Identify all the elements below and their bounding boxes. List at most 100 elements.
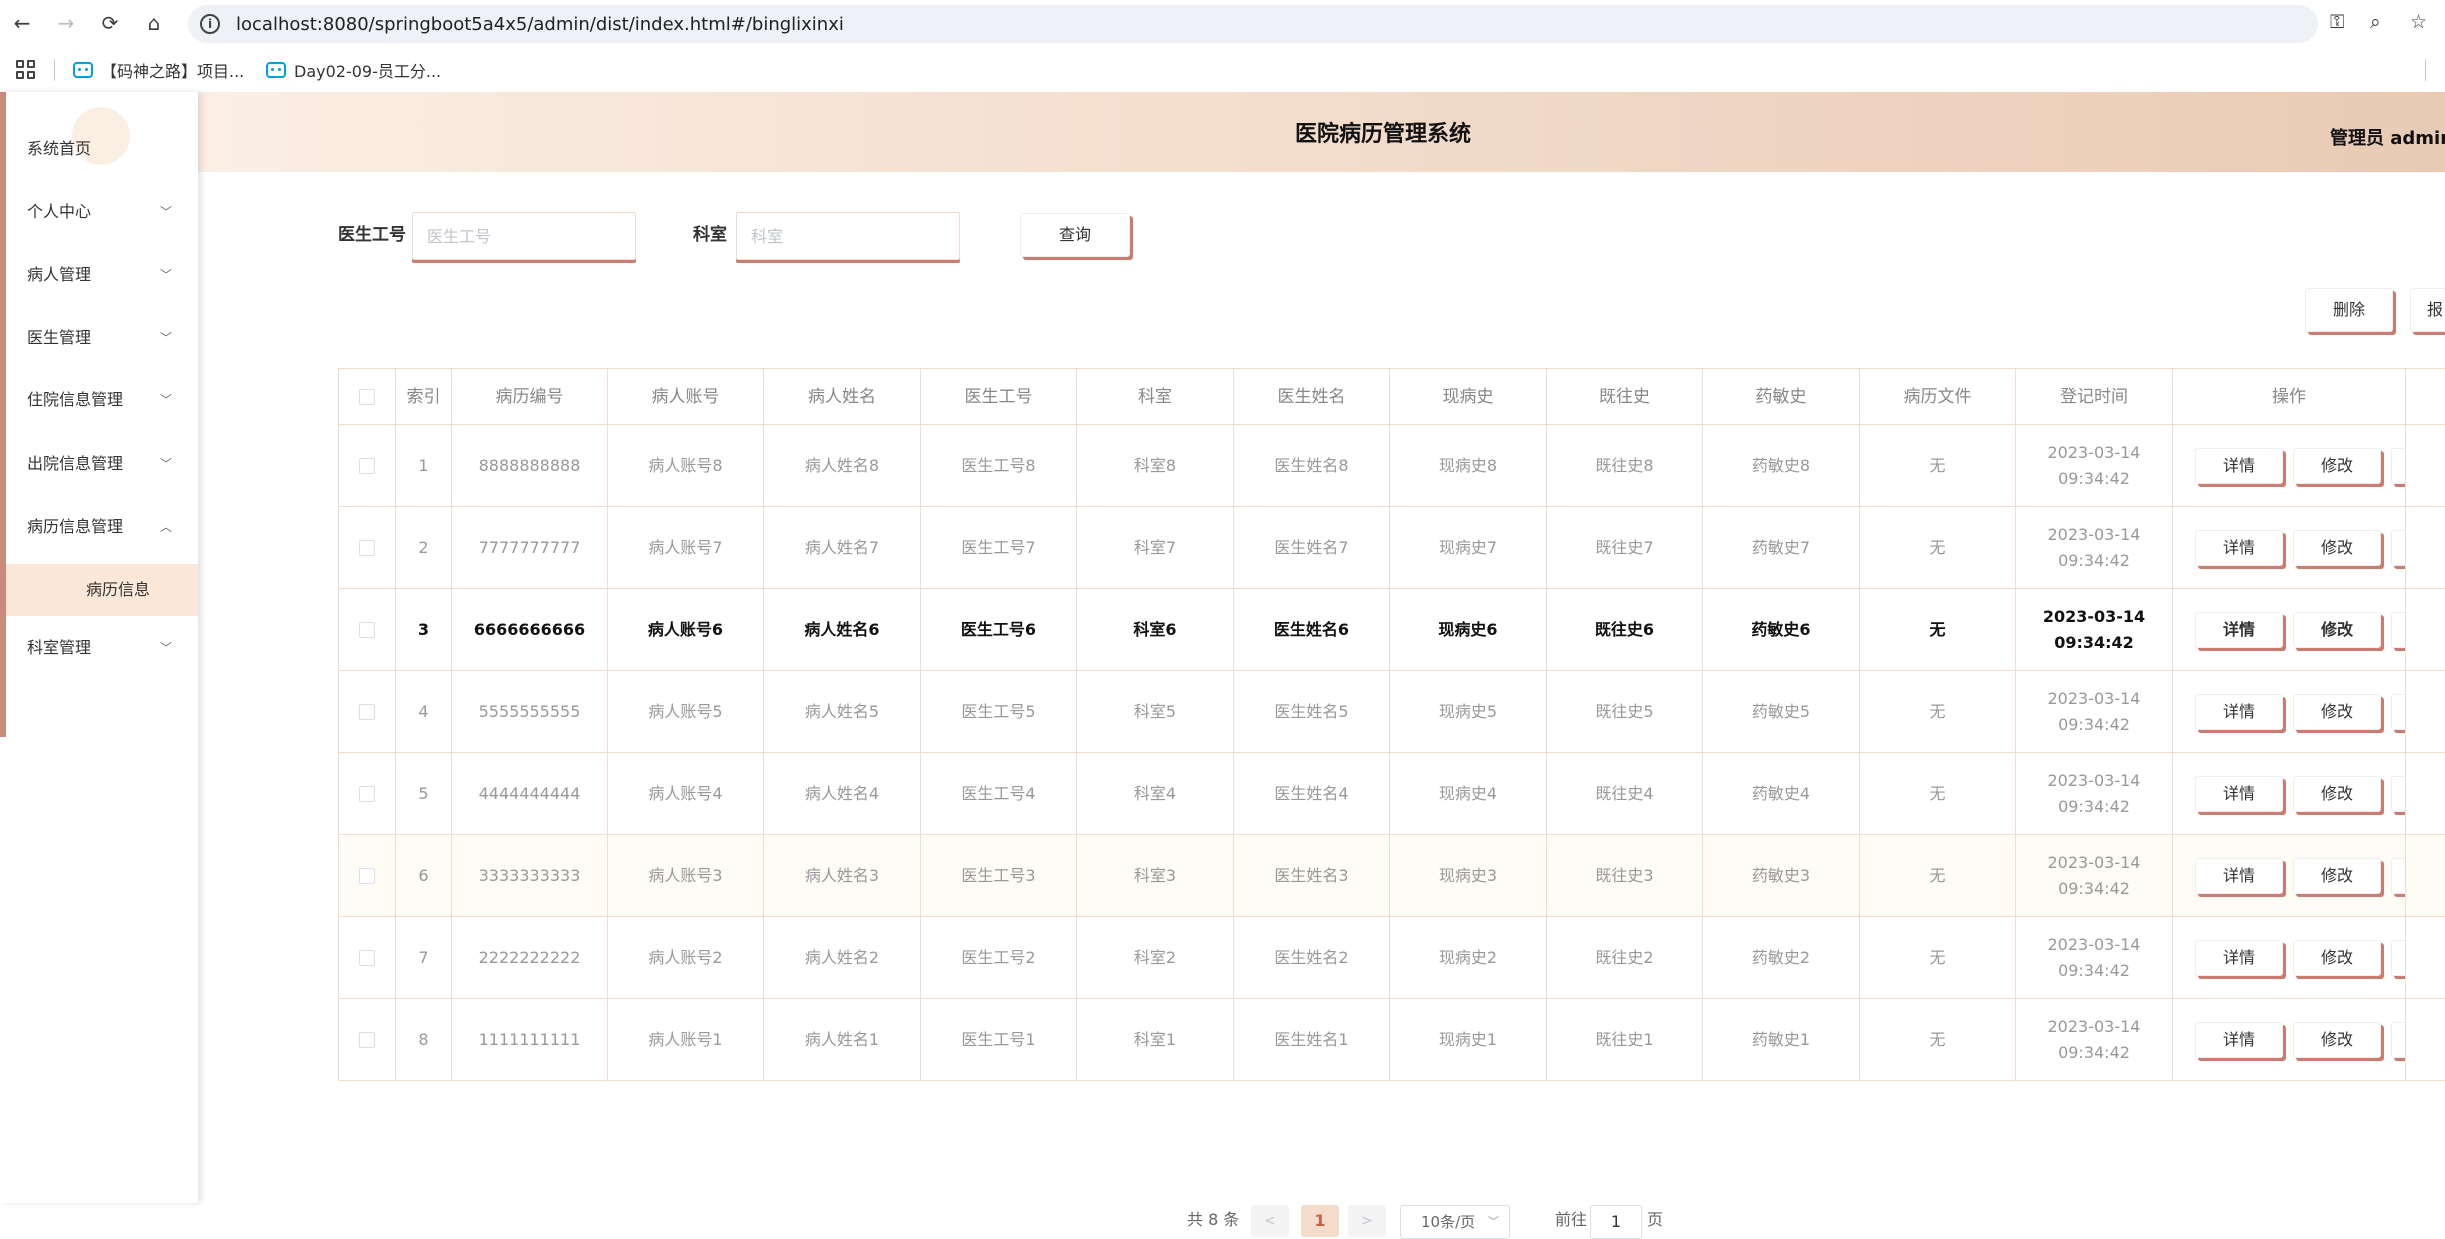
sidebar-subitem-records[interactable]: 病历信息 [6, 564, 198, 616]
delete-button[interactable]: 删除 [2391, 693, 2405, 730]
sidebar-item-8[interactable]: 科室管理 ﹀ [0, 617, 198, 679]
next-page-button[interactable]: > [1348, 1205, 1386, 1237]
detail-button[interactable]: 详情 [2195, 529, 2283, 566]
row-select-cell[interactable] [339, 589, 396, 670]
row-checkbox[interactable] [359, 539, 375, 556]
sidebar-item-label: 科室管理 [27, 638, 92, 657]
chevron-down-icon: ﹀ [159, 457, 172, 471]
table-row[interactable]: 6 3333333333 病人账号3 病人姓名3 医生工号3 科室3 医生姓名3 现病史3 既往… [339, 835, 2445, 917]
table-cell: 医生姓名6 [1234, 589, 1390, 670]
zoom-icon[interactable]: ⌕ [2370, 11, 2381, 33]
apps-grid-icon[interactable] [16, 60, 36, 80]
bookmark-star-icon[interactable]: ☆ [2410, 11, 2427, 33]
sidebar-item-4[interactable]: 医生管理 ﹀ [0, 307, 198, 369]
table-cell: 2023-03-14 09:34:42 [2016, 999, 2173, 1080]
table-row[interactable]: 8 1111111111 病人账号1 病人姓名1 医生工号1 科室1 医生姓名1 现病史1 既往… [339, 999, 2445, 1081]
detail-button[interactable]: 详情 [2195, 447, 2283, 484]
password-key-icon[interactable]: ⚿ [2330, 11, 2344, 33]
detail-button[interactable]: 详情 [2195, 1021, 2283, 1058]
sidebar-item-label: 病人管理 [27, 265, 92, 284]
table-cell: 药敏史2 [1703, 917, 1860, 998]
detail-button[interactable]: 详情 [2195, 775, 2283, 812]
edit-button[interactable]: 修改 [2293, 857, 2381, 894]
goto-page-input[interactable]: 1 [1590, 1205, 1642, 1239]
row-checkbox[interactable] [359, 785, 375, 802]
report-button[interactable]: 报 [2410, 288, 2445, 332]
sidebar-item-2[interactable]: 个人中心 ﹀ [0, 181, 198, 243]
delete-button[interactable]: 删除 [2391, 1021, 2405, 1058]
table-row[interactable]: 2 7777777777 病人账号7 病人姓名7 医生工号7 科室7 医生姓名7 现病史7 既往… [339, 507, 2445, 589]
delete-button[interactable]: 删除 [2391, 857, 2405, 894]
row-select-cell[interactable] [339, 999, 396, 1080]
detail-button[interactable]: 详情 [2195, 693, 2283, 730]
row-select-cell[interactable] [339, 425, 396, 506]
page-size-select[interactable]: 10条/页 ﹀ [1400, 1205, 1510, 1239]
delete-button[interactable]: 删除 [2391, 529, 2405, 566]
table-row[interactable]: 3 6666666666 病人账号6 病人姓名6 医生工号6 科室6 医生姓名6 现病史6 既往… [339, 589, 2445, 671]
sidebar-item-3[interactable]: 病人管理 ﹀ [0, 244, 198, 306]
table-row[interactable]: 1 8888888888 病人账号8 病人姓名8 医生工号8 科室8 医生姓名8 现病史8 既往… [339, 425, 2445, 507]
edit-button[interactable]: 修改 [2293, 939, 2381, 976]
row-select-cell[interactable] [339, 917, 396, 998]
row-select-cell[interactable] [339, 835, 396, 916]
delete-button[interactable]: 删除 [2391, 775, 2405, 812]
table-cell: 现病史4 [1390, 753, 1547, 834]
detail-button[interactable]: 详情 [2195, 939, 2283, 976]
home-icon[interactable]: ⌂ [142, 11, 166, 35]
table-cell: 1111111111 [452, 999, 608, 1080]
table-cell: 2023-03-14 09:34:42 [2016, 589, 2173, 670]
sidebar-item-1[interactable]: 系统首页 [0, 118, 198, 180]
reload-icon[interactable]: ⟳ [98, 11, 122, 35]
edit-button[interactable]: 修改 [2293, 693, 2381, 730]
select-all-checkbox[interactable] [359, 388, 375, 405]
row-select-cell[interactable] [339, 671, 396, 752]
edit-button[interactable]: 修改 [2293, 775, 2381, 812]
browser-toolbar: ← → ⟳ ⌂ i localhost:8080/springboot5a4x5… [0, 0, 2445, 47]
edit-button[interactable]: 修改 [2293, 447, 2381, 484]
row-checkbox[interactable] [359, 703, 375, 720]
site-info-icon[interactable]: i [200, 14, 220, 34]
row-checkbox[interactable] [359, 949, 375, 966]
edit-button[interactable]: 修改 [2293, 1021, 2381, 1058]
delete-button[interactable]: 删除 [2391, 939, 2405, 976]
prev-page-button[interactable]: < [1251, 1205, 1289, 1237]
column-header: 医生姓名 [1234, 369, 1390, 424]
page-1-button[interactable]: 1 [1301, 1205, 1339, 1237]
chevron-up-icon: ︿ [159, 520, 172, 534]
row-select-cell[interactable] [339, 507, 396, 588]
row-checkbox[interactable] [359, 867, 375, 884]
row-checkbox[interactable] [359, 1031, 375, 1048]
bookmark-item-1[interactable]: 【码神之路】项目... [73, 58, 244, 82]
edit-button[interactable]: 修改 [2293, 611, 2381, 648]
department-input[interactable] [736, 212, 960, 260]
bookmark-item-2[interactable]: Day02-09-员工分... [266, 58, 441, 82]
table-row[interactable]: 7 2222222222 病人账号2 病人姓名2 医生工号2 科室2 医生姓名2 现病史2 既往… [339, 917, 2445, 999]
doctor-id-input[interactable] [412, 212, 636, 260]
table-cell: 医生姓名5 [1234, 671, 1390, 752]
delete-button[interactable]: 删除 [2391, 447, 2405, 484]
table-row[interactable]: 4 5555555555 病人账号5 病人姓名5 医生工号5 科室5 医生姓名5 现病史5 既往… [339, 671, 2445, 753]
table-cell: 医生工号1 [921, 999, 1077, 1080]
table-cell: 2023-03-14 09:34:42 [2016, 835, 2173, 916]
row-select-cell[interactable] [339, 753, 396, 834]
select-all-cell[interactable] [339, 369, 396, 424]
sidebar-item-7[interactable]: 病历信息管理 ︿ [0, 496, 198, 558]
table-cell: 4444444444 [452, 753, 608, 834]
detail-button[interactable]: 详情 [2195, 611, 2283, 648]
detail-button[interactable]: 详情 [2195, 857, 2283, 894]
table-cell: 病人账号6 [608, 589, 764, 670]
query-button[interactable]: 查询 [1020, 213, 1130, 257]
sidebar-item-5[interactable]: 住院信息管理 ﹀ [0, 369, 198, 431]
forward-icon[interactable]: → [54, 11, 78, 35]
table-row[interactable]: 5 4444444444 病人账号4 病人姓名4 医生工号4 科室4 医生姓名4 现病史4 既往… [339, 753, 2445, 835]
row-checkbox[interactable] [359, 621, 375, 638]
edit-button[interactable]: 修改 [2293, 529, 2381, 566]
user-label[interactable]: 管理员 admin [2330, 124, 2445, 150]
table-cell: 医生姓名7 [1234, 507, 1390, 588]
row-checkbox[interactable] [359, 457, 375, 474]
delete-button[interactable]: 删除 [2391, 611, 2405, 648]
sidebar-item-6[interactable]: 出院信息管理 ﹀ [0, 433, 198, 495]
batch-delete-button[interactable]: 删除 [2305, 288, 2393, 332]
address-bar[interactable]: i localhost:8080/springboot5a4x5/admin/d… [188, 5, 2318, 43]
back-icon[interactable]: ← [10, 11, 34, 35]
